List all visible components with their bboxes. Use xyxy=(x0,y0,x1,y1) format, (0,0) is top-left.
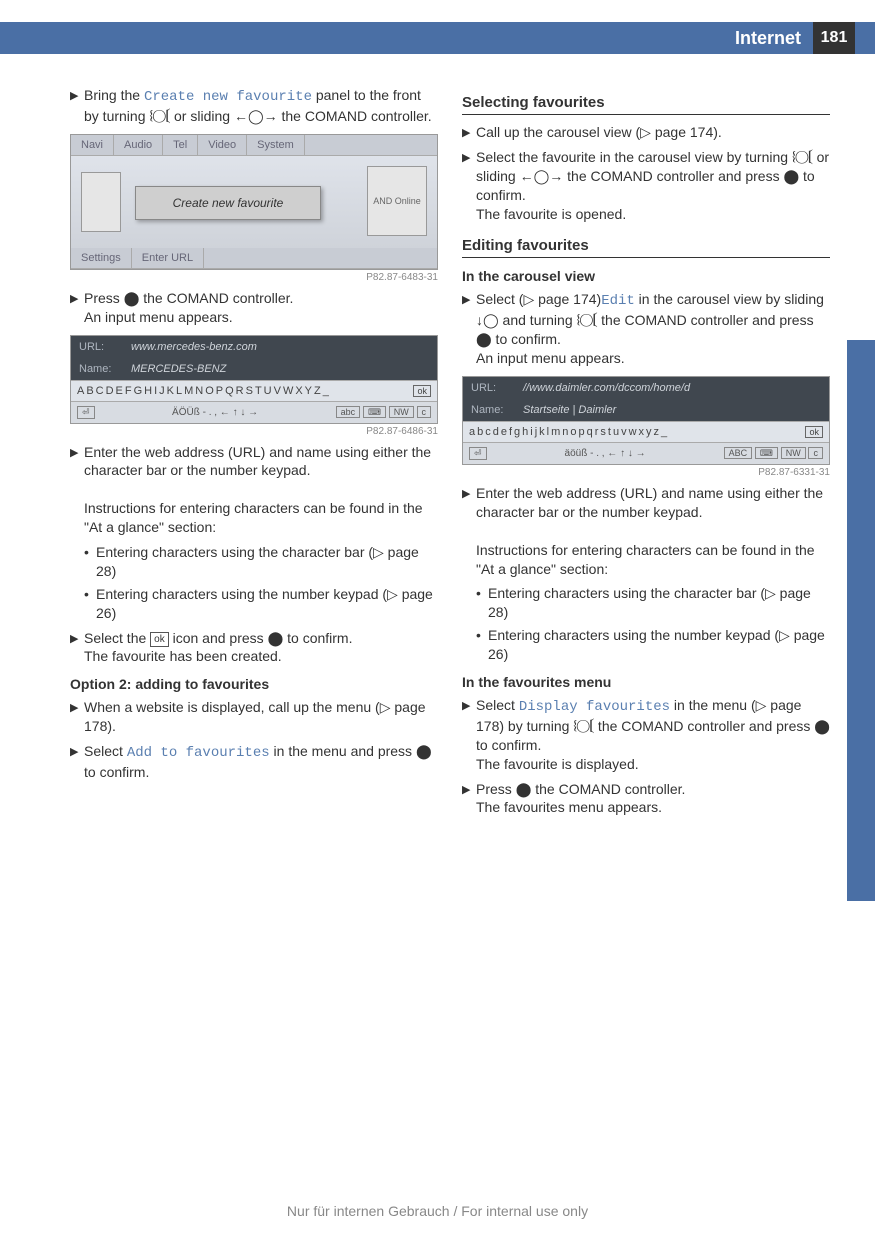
step-select-ok: ▶ Select the ok icon and press ⬤ to conf… xyxy=(70,629,438,667)
triangle-icon: ▶ xyxy=(70,289,84,327)
ui-edit: Edit xyxy=(601,293,635,309)
press-glyph: ⬤ xyxy=(476,331,492,347)
section-selecting-favourites: Selecting favourites xyxy=(462,94,830,115)
turn-glyph: 𝄔◯𝄕 xyxy=(149,108,170,124)
left-column: ▶ Bring the Create new favourite panel t… xyxy=(70,80,438,823)
comand-top-tabs: Navi Audio Tel Video System xyxy=(71,135,437,156)
bullet-charbar-r: •Entering characters using the character… xyxy=(476,584,830,622)
step-enter-url: ▶ Enter the web address (URL) and name u… xyxy=(70,443,438,537)
bullet-keypad-r: •Entering characters using the number ke… xyxy=(476,626,830,664)
ok-key: ok xyxy=(413,385,431,397)
ui-add-to-favourites: Add to favourites xyxy=(127,745,270,761)
figure-caption: P82.87-6483-31 xyxy=(70,272,438,283)
slide-lr-glyph: ←◯→ xyxy=(520,168,564,184)
press-glyph: ⬤ xyxy=(783,168,799,184)
turn-glyph: 𝄔◯𝄕 xyxy=(573,718,594,734)
sub-option2: Option 2: adding to favourites xyxy=(70,676,438,692)
turn-glyph: 𝄔◯𝄕 xyxy=(577,312,598,328)
triangle-icon: ▶ xyxy=(70,629,84,667)
triangle-icon: ▶ xyxy=(462,780,476,818)
triangle-icon: ▶ xyxy=(462,148,476,224)
turn-glyph: 𝄔◯𝄕 xyxy=(792,149,813,165)
step-add-to-fav: ▶ Select Add to favourites in the menu a… xyxy=(70,742,438,782)
triangle-icon: ▶ xyxy=(70,742,84,782)
step-display-favourites: ▶ Select Display favourites in the menu … xyxy=(462,696,830,774)
bullet-keypad: •Entering characters using the number ke… xyxy=(84,585,438,623)
ok-key: ok xyxy=(805,426,823,438)
ui-create-new-favourite: Create new favourite xyxy=(144,89,312,105)
page-number: 181 xyxy=(813,22,855,54)
bullet-charbar: •Entering characters using the character… xyxy=(84,543,438,581)
step-create-fav: ▶ Bring the Create new favourite panel t… xyxy=(70,86,438,126)
footer-watermark: Nur für internen Gebrauch / For internal… xyxy=(0,1203,875,1219)
return-key: ⏎ xyxy=(77,406,95,419)
step-callup-carousel: ▶ Call up the carousel view (▷ page 174)… xyxy=(462,123,830,142)
triangle-icon: ▶ xyxy=(462,484,476,578)
press-glyph: ⬤ xyxy=(416,743,432,759)
triangle-icon: ▶ xyxy=(70,443,84,537)
screenshot-keyboard-upper: URL:www.mercedes-benz.com Name:MERCEDES-… xyxy=(70,335,438,424)
step-select-favourite: ▶ Select the favourite in the carousel v… xyxy=(462,148,830,224)
triangle-icon: ▶ xyxy=(70,86,84,126)
carousel-left-thumb xyxy=(81,172,121,232)
step-callup-menu: ▶ When a website is displayed, call up t… xyxy=(70,698,438,736)
content-area: ▶ Bring the Create new favourite panel t… xyxy=(70,80,830,823)
press-glyph: ⬤ xyxy=(814,718,830,734)
triangle-icon: ▶ xyxy=(70,698,84,736)
triangle-icon: ▶ xyxy=(462,290,476,368)
create-fav-panel: Create new favourite xyxy=(135,186,321,220)
press-glyph: ⬤ xyxy=(268,630,284,646)
slide-d-glyph: ↓◯ xyxy=(476,312,499,328)
step-enter-url-r: ▶ Enter the web address (URL) and name u… xyxy=(462,484,830,578)
ok-icon: ok xyxy=(150,632,169,648)
step-press: ▶ Press ⬤ the COMAND controller. An inpu… xyxy=(70,289,438,327)
screenshot-keyboard-lower: URL://www.daimler.com/dccom/home/d Name:… xyxy=(462,376,830,465)
figure-caption: P82.87-6331-31 xyxy=(462,467,830,478)
screenshot-comand-carousel: Navi Audio Tel Video System Create new f… xyxy=(70,134,438,270)
right-column: Selecting favourites ▶ Call up the carou… xyxy=(462,80,830,823)
return-key: ⏎ xyxy=(469,447,487,460)
step-press-menu: ▶ Press ⬤ the COMAND controller. The fav… xyxy=(462,780,830,818)
ui-display-favourites: Display favourites xyxy=(519,699,670,715)
comand-bottom-tabs: Settings Enter URL xyxy=(71,248,437,269)
figure-caption: P82.87-6486-31 xyxy=(70,426,438,437)
triangle-icon: ▶ xyxy=(462,696,476,774)
press-glyph: ⬤ xyxy=(516,781,532,797)
step-edit-carousel: ▶ Select (▷ page 174)Edit in the carouse… xyxy=(462,290,830,368)
slide-lr-glyph: ←◯→ xyxy=(234,108,278,124)
triangle-icon: ▶ xyxy=(462,123,476,142)
side-tab-bar xyxy=(847,340,875,901)
header-band: Internet 181 xyxy=(0,22,875,54)
sub-favourites-menu: In the favourites menu xyxy=(462,674,830,690)
carousel-right-thumb: AND Online xyxy=(367,166,427,236)
section-editing-favourites: Editing favourites xyxy=(462,237,830,258)
press-glyph: ⬤ xyxy=(124,290,140,306)
header-title: Internet xyxy=(735,28,801,49)
sub-carousel-view: In the carousel view xyxy=(462,268,830,284)
